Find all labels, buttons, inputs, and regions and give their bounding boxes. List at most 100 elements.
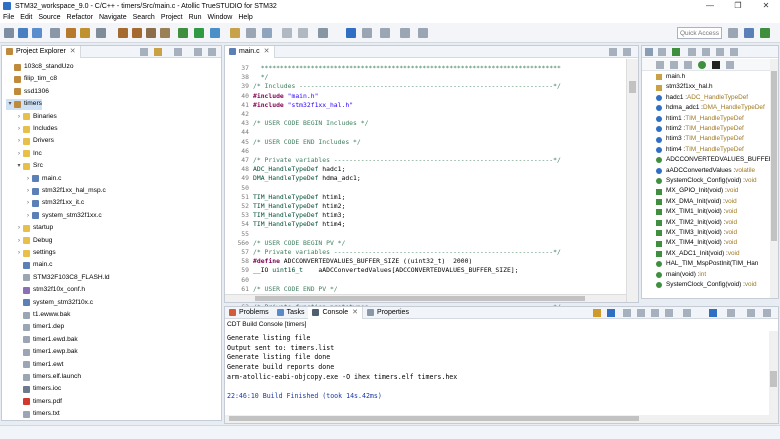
terminate-icon[interactable] [665,309,673,317]
grid-icon[interactable] [400,28,410,38]
chevron-icon[interactable]: › [15,236,23,246]
close-icon[interactable] [658,48,666,56]
include-browser-icon[interactable] [672,48,680,56]
debug-icon[interactable] [178,28,188,38]
scroll-thumb[interactable] [255,296,585,301]
tree-item[interactable]: stm32f10x_conf.h [15,285,85,295]
properties-icon[interactable] [50,28,60,38]
info-icon[interactable] [346,28,356,38]
chevron-icon[interactable]: › [24,174,32,184]
scroll-lock-icon[interactable] [593,309,601,317]
outline-item[interactable]: main.h [656,72,685,82]
debug-perspective-icon[interactable] [760,28,770,38]
tab-project-explorer[interactable]: Project Explorer ✕ [2,45,81,58]
search-icon[interactable] [262,28,272,38]
build-icon[interactable] [66,28,76,38]
collapse-all-icon[interactable] [140,48,148,56]
tree-item[interactable]: › settings [15,248,56,258]
hammer-release-icon[interactable] [132,28,142,38]
pin-icon[interactable] [318,28,328,38]
menu-source[interactable]: Source [38,14,60,21]
tree-item[interactable]: ▾ timers [6,99,42,110]
chevron-icon[interactable]: › [15,149,23,159]
menu-run[interactable]: Run [189,14,202,21]
new-console-icon[interactable] [727,309,735,317]
code-area[interactable]: 37 *************************************… [225,59,640,311]
menu-refactor[interactable]: Refactor [67,14,93,21]
maximize-view-icon[interactable] [623,48,631,56]
tree-item[interactable]: › Binaries [15,112,57,122]
external-tools-icon[interactable] [210,28,220,38]
tree-item[interactable]: timers.ioc [15,384,61,394]
chevron-icon[interactable]: › [15,223,23,233]
view-menu-icon[interactable] [726,61,734,69]
scroll-thumb[interactable] [629,81,636,93]
outline-item[interactable]: MX_TIM1_Init(void) : void [656,207,737,217]
sort-icon[interactable] [688,48,696,56]
tree-item[interactable]: timer1.dep [15,322,64,332]
chevron-icon[interactable]: ▾ [15,161,23,171]
tree-item[interactable]: 103c8_standUzo [6,62,74,72]
scroll-thumb[interactable] [770,371,777,387]
menu-navigate[interactable]: Navigate [99,14,127,21]
tree-item[interactable]: › Inc [15,149,42,159]
menu-help[interactable]: Help [238,14,252,21]
outline-item[interactable]: SystemClock_Config(void) : void [656,176,757,186]
tree-item[interactable]: › main.c [24,174,61,184]
outline-item[interactable]: ADCCONVERTEDVALUES_BUFFER [656,155,773,165]
outline-icon[interactable] [645,48,653,56]
group-icon[interactable] [712,61,720,69]
tab-tasks[interactable]: Tasks [273,307,309,319]
tree-item[interactable]: ▾ Src [15,161,43,171]
run-icon[interactable] [194,28,204,38]
menu-file[interactable]: File [3,14,14,21]
tree-item[interactable]: timers.pdf [15,397,62,407]
editor-vertical-scrollbar[interactable] [626,59,638,302]
chevron-icon[interactable]: › [24,211,32,221]
tree-item[interactable]: timer1.ewp.bak [15,347,78,357]
outline-item[interactable]: aADCConvertedValues : volatile [656,166,755,176]
hammer-icon[interactable] [118,28,128,38]
tree-item[interactable]: ssd1306 [6,87,49,97]
hide-static-icon[interactable] [656,61,664,69]
chevron-icon[interactable]: › [15,112,23,122]
view-menu-icon[interactable] [174,48,182,56]
outline-item[interactable]: htim4 : TIM_HandleTypeDef [656,145,744,155]
outline-item[interactable]: main(void) : int [656,270,706,280]
console-horizontal-scrollbar[interactable] [225,415,769,423]
link-icon[interactable] [684,61,692,69]
save-all-icon[interactable] [32,28,42,38]
maximize-view-icon[interactable] [730,48,738,56]
cpp-perspective-icon[interactable] [744,28,754,38]
outline-item[interactable]: MX_TIM4_Init(void) : void [656,238,737,248]
editor-horizontal-scrollbar[interactable] [225,294,626,302]
outline-item[interactable]: SystemClock_Config(void) : void [656,280,757,290]
outline-item[interactable]: HAL_TIM_MspPostInit(TIM_Han [656,259,758,269]
tools-icon[interactable] [146,28,156,38]
config-icon[interactable] [160,28,170,38]
outline-item[interactable]: MX_TIM2_Init(void) : void [656,218,737,228]
outline-item[interactable]: MX_GPIO_Init(void) : void [656,186,738,196]
hide-nonpublic-icon[interactable] [670,61,678,69]
open-console-icon[interactable] [709,309,717,317]
close-icon[interactable]: ✕ [264,46,270,58]
terminal-icon[interactable] [362,28,372,38]
minimize-view-icon[interactable] [194,48,202,56]
open-type-icon[interactable] [230,28,240,38]
chevron-icon[interactable]: ▾ [6,99,14,109]
tree-item[interactable]: › Includes [15,124,58,134]
forward-icon[interactable] [298,28,308,38]
quick-access-input[interactable] [677,27,722,39]
menu-edit[interactable]: Edit [20,14,32,21]
menu-project[interactable]: Project [161,14,183,21]
tree-item[interactable]: filip_tim_c8 [6,74,57,84]
tree-item[interactable]: › Drivers [15,136,54,146]
pin-console-icon[interactable] [651,309,659,317]
maximize-view-icon[interactable] [763,309,771,317]
tree-item[interactable]: main.c [15,260,52,270]
tree-item[interactable]: t1.ewww.bak [15,310,70,320]
minimize-view-icon[interactable] [716,48,724,56]
open-element-icon[interactable] [246,28,256,38]
scroll-thumb[interactable] [771,71,777,241]
outline-item[interactable]: MX_DMA_Init(void) : void [656,197,737,207]
